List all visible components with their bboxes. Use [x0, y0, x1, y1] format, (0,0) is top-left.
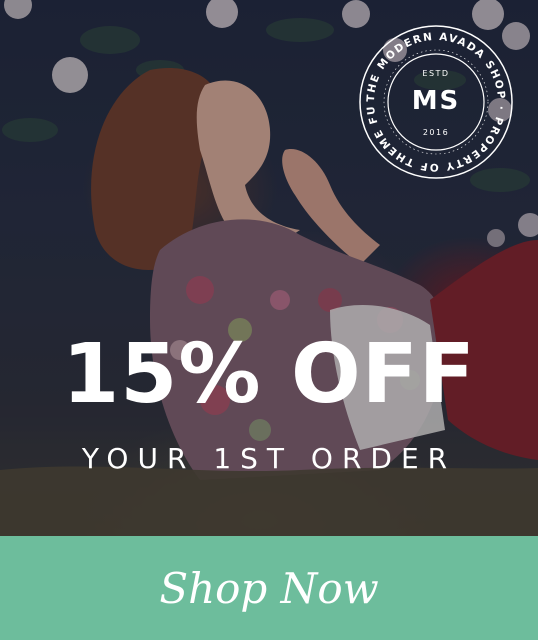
badge-year: 2016	[422, 128, 450, 137]
badge-monogram: MS	[411, 86, 461, 116]
discount-subheadline: YOUR 1ST ORDER	[81, 442, 457, 475]
promo-banner: THE MODERN AVADA SHOP · PROPERTY OF THEM…	[0, 0, 538, 640]
shop-now-button[interactable]: Shop Now	[0, 536, 538, 640]
discount-headline: 15% OFF	[62, 327, 476, 422]
badge-estd: ESTD	[422, 69, 450, 78]
shop-now-label: Shop Now	[159, 563, 379, 613]
shop-badge: THE MODERN AVADA SHOP · PROPERTY OF THEM…	[353, 15, 514, 180]
